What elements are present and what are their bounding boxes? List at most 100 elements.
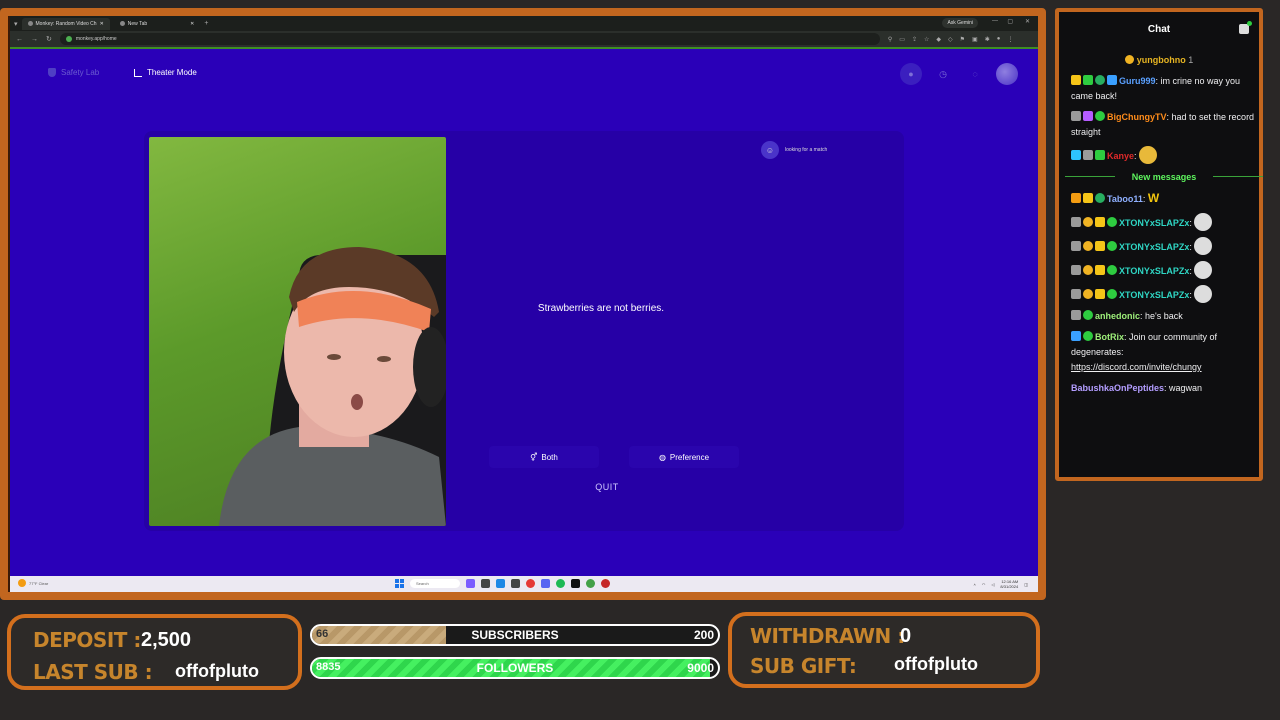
discord-link[interactable]: https://discord.com/invite/chungy [1071, 362, 1202, 372]
chat-username[interactable]: BigChungyTV [1107, 112, 1167, 122]
edge-icon[interactable] [496, 579, 505, 588]
url-text: monkey.app/home [75, 36, 117, 42]
region-preference-label: Preference [669, 452, 710, 462]
task-view-icon[interactable] [466, 579, 475, 588]
taskbar-search[interactable]: Search [410, 579, 460, 588]
deposit-label: DEPOSIT : [33, 628, 141, 652]
clock[interactable]: 12:16 AM 8/31/2024 [1000, 579, 1018, 589]
forward-icon[interactable]: → [31, 36, 38, 43]
site-info-icon[interactable] [65, 36, 72, 42]
extension-icon[interactable]: ◆ [936, 36, 941, 43]
minimize-icon[interactable]: — [992, 18, 998, 24]
extension-icon[interactable]: ◇ [948, 36, 953, 43]
profile-icon[interactable]: ● [997, 36, 1001, 43]
coin-icon [1124, 55, 1134, 64]
cast-icon[interactable]: ▭ [899, 36, 905, 43]
region-preference-button[interactable]: ◍ Preference [629, 446, 739, 468]
fun-fact-text: Strawberries are not berries. [537, 303, 665, 314]
chat-username[interactable]: BotRix [1095, 332, 1124, 342]
chat-message: Taboo11: W [1071, 191, 1257, 207]
chat-username[interactable]: XTONYxSLAPZx [1119, 242, 1189, 252]
spotify-icon[interactable] [556, 579, 565, 588]
chat-message: XTONYxSLAPZx: [1071, 285, 1257, 303]
zoom-icon[interactable]: ⚲ [888, 36, 892, 43]
withdrawn-value: 0 [900, 625, 912, 647]
wifi-icon[interactable]: ◠ [982, 582, 986, 587]
k-badge-icon [1071, 193, 1081, 203]
steam-icon[interactable] [511, 579, 520, 588]
chat-username[interactable]: anhedonic [1095, 311, 1140, 321]
site-favicon-icon [119, 21, 125, 26]
deposit-panel: DEPOSIT : 2,500 LAST SUB : offofpluto [7, 614, 302, 690]
chat-bubble-icon[interactable]: ◌ [964, 63, 986, 85]
close-icon[interactable]: ✕ [100, 21, 104, 27]
site-favicon-icon [27, 21, 33, 26]
verified-badge-icon [1107, 217, 1117, 227]
subscribers-goal: 200 [693, 628, 714, 642]
users-icon[interactable] [1239, 21, 1252, 34]
windows-start-icon[interactable] [395, 579, 404, 588]
chat-message-list[interactable]: Guru999: im crine no way you came back! … [1065, 74, 1263, 402]
close-icon[interactable]: ✕ [190, 21, 194, 27]
ask-gemini-button[interactable]: Ask Gemini [942, 18, 978, 28]
top-right-icons: ● ◷ ◌ [900, 63, 1018, 85]
url-field[interactable]: monkey.app/home [59, 33, 880, 45]
monkey-page: Safety Lab Theater Mode ● ◷ ◌ ☺ looking … [10, 51, 1038, 577]
extension-icon[interactable]: ⚑ [960, 36, 965, 43]
status-dot-icon[interactable]: ● [900, 63, 922, 85]
theater-mode-label: Theater Mode [147, 68, 197, 77]
close-window-icon[interactable]: ✕ [1025, 18, 1030, 25]
bookmark-star-icon[interactable]: ☆ [924, 36, 929, 43]
shield-badge-icon [1071, 150, 1081, 160]
gender-filter-label: Both [541, 452, 558, 462]
avatar[interactable] [996, 63, 1018, 85]
gift-badge-icon [1095, 265, 1105, 275]
extension-icon[interactable]: ✱ [985, 36, 990, 43]
months-badge-icon [1071, 217, 1081, 227]
reload-icon[interactable]: ↻ [46, 35, 52, 43]
chat-username[interactable]: BabushkaOnPeptides [1071, 383, 1164, 393]
chevron-up-icon[interactable]: ˄ [974, 582, 976, 587]
volume-icon[interactable]: ◁ [991, 582, 994, 587]
obs-icon[interactable] [601, 579, 610, 588]
share-icon[interactable]: ⇪ [912, 36, 917, 43]
chat-username[interactable]: Guru999 [1119, 76, 1156, 86]
chat-username[interactable]: Kanye [1107, 151, 1134, 161]
terminal-icon[interactable] [571, 579, 580, 588]
file-explorer-icon[interactable] [481, 579, 490, 588]
tab-list-icon[interactable]: ▾ [14, 20, 18, 28]
theater-mode-button[interactable]: Theater Mode [134, 68, 197, 77]
back-icon[interactable]: ← [16, 36, 23, 43]
chat-username[interactable]: Taboo11 [1107, 194, 1143, 204]
gender-filter-button[interactable]: ⚥ Both [489, 446, 599, 468]
chrome-profile-icon[interactable] [586, 579, 595, 588]
menu-icon[interactable]: ⋮ [1007, 36, 1013, 43]
safety-lab-link[interactable]: Safety Lab [48, 68, 99, 77]
new-tab-button[interactable]: + [204, 20, 208, 27]
coin-badge-icon [1083, 241, 1093, 251]
weather-widget[interactable]: 77°F Clear [18, 579, 48, 587]
tab-new[interactable]: New Tab ✕ [114, 18, 201, 30]
people-icon: ⚥ [530, 452, 538, 462]
extension-icon[interactable]: ▣ [972, 36, 978, 43]
coin-badge-icon [1083, 217, 1093, 227]
chat-username[interactable]: XTONYxSLAPZx [1119, 218, 1189, 228]
chat-username[interactable]: XTONYxSLAPZx [1119, 290, 1189, 300]
chat-message: XTONYxSLAPZx: [1071, 261, 1257, 279]
shield-icon [48, 68, 56, 77]
gift-badge-icon [1083, 75, 1093, 85]
webcam-feed [149, 137, 446, 526]
chrome-icon[interactable] [526, 579, 535, 588]
discord-icon[interactable] [541, 579, 550, 588]
history-icon[interactable]: ◷ [932, 63, 954, 85]
subscribers-goal-bar: 66 SUBSCRIBERS 200 [310, 624, 720, 646]
quit-button[interactable]: QUIT [489, 476, 725, 498]
verified-badge-icon [1083, 310, 1093, 320]
gift-badge-icon [1095, 289, 1105, 299]
match-panel: ☺ looking for a match Strawberries are n… [144, 131, 904, 531]
maximize-icon[interactable]: ▢ [1007, 18, 1013, 25]
chat-username[interactable]: XTONYxSLAPZx [1119, 266, 1189, 276]
sword-badge-icon [1071, 331, 1081, 341]
notification-icon[interactable]: ◫ [1024, 582, 1028, 587]
tab-monkey[interactable]: Monkey: Random Video Ch ✕ [21, 17, 110, 30]
